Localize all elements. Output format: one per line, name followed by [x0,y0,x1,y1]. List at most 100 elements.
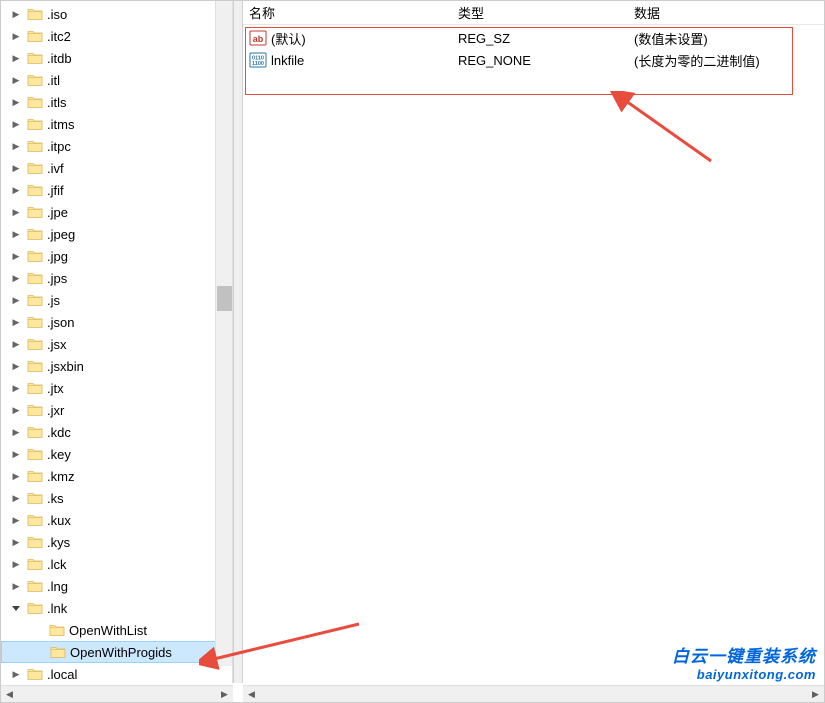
chevron-right-icon[interactable]: ▶ [9,73,23,87]
chevron-right-icon[interactable]: ▶ [9,579,23,593]
chevron-right-icon[interactable]: ▶ [9,293,23,307]
tree-item-js[interactable]: ▶ .js [1,289,232,311]
chevron-right-icon[interactable]: ▶ [9,491,23,505]
folder-icon [27,579,43,593]
tree-item-jfif[interactable]: ▶ .jfif [1,179,232,201]
chevron-right-icon[interactable]: ▶ [9,271,23,285]
tree-item-key[interactable]: ▶.key [1,443,232,465]
tree-item-jps[interactable]: ▶.jps [1,267,232,289]
tree-item-label: .js [47,293,60,308]
tree-item-jpeg[interactable]: ▶.jpeg [1,223,232,245]
tree-item-kux[interactable]: ▶.kux [1,509,232,531]
chevron-right-icon[interactable]: ▶ [9,337,23,351]
svg-text:1100: 1100 [252,61,264,67]
chevron-right-icon[interactable]: ▶ [9,249,23,263]
tree-item-jxr[interactable]: ▶.jxr [1,399,232,421]
tree-item-kys[interactable]: ▶ .kys [1,531,232,553]
tree-item-label: .kmz [47,469,74,484]
chevron-right-icon[interactable]: ▶ [9,315,23,329]
tree-item-label: .itdb [47,51,72,66]
tree-item-OpenWithProgids[interactable]: OpenWithProgids [1,641,232,663]
tree-item-ivf[interactable]: ▶ .ivf [1,157,232,179]
tree-item-kmz[interactable]: ▶ .kmz [1,465,232,487]
folder-icon [27,425,43,439]
folder-icon [49,623,65,637]
tree-item-ks[interactable]: ▶.ks [1,487,232,509]
folder-icon [27,139,43,153]
watermark-url: baiyunxitong.com [672,667,816,682]
chevron-right-icon[interactable]: ▶ [9,447,23,461]
tree-item-label: .json [47,315,74,330]
value-type: REG_SZ [458,31,634,46]
tree-item-itms[interactable]: ▶.itms [1,113,232,135]
chevron-right-icon[interactable]: ▶ [9,29,23,43]
tree-item-itdb[interactable]: ▶ .itdb [1,47,232,69]
tree-item-label: .kys [47,535,70,550]
value-data: (数值未设置) [634,29,824,48]
tree-item-itl[interactable]: ▶.itl [1,69,232,91]
chevron-right-icon[interactable]: ▶ [9,183,23,197]
folder-icon [27,117,43,131]
chevron-right-icon[interactable]: ▶ [9,667,23,681]
tree-item-local[interactable]: ▶.local [1,663,232,683]
tree-item-label: .itls [47,95,67,110]
chevron-right-icon[interactable]: ▶ [9,139,23,153]
tree-item-iso[interactable]: ▶.iso [1,3,232,25]
tree-item-label: OpenWithProgids [70,645,172,660]
tree-item-jsx[interactable]: ▶ .jsx [1,333,232,355]
chevron-down-icon[interactable] [9,601,23,615]
chevron-right-icon[interactable]: ▶ [9,7,23,21]
value-type: REG_NONE [458,53,634,68]
tree-item-jsxbin[interactable]: ▶.jsxbin [1,355,232,377]
tree-scrollbar-horizontal[interactable]: ◀ ▶ [1,685,233,702]
tree-item-label: .jfif [47,183,64,198]
scrollbar-thumb[interactable] [217,286,232,311]
tree-item-jtx[interactable]: ▶.jtx [1,377,232,399]
tree-item-OpenWithList[interactable]: OpenWithList [1,619,232,641]
chevron-right-icon[interactable]: ▶ [9,117,23,131]
chevron-right-icon[interactable]: ▶ [9,205,23,219]
registry-value-row[interactable]: ab(默认)REG_SZ(数值未设置) [243,27,824,49]
column-header-name[interactable]: 名称 [243,3,458,22]
tree-item-kdc[interactable]: ▶.kdc [1,421,232,443]
tree-item-lck[interactable]: ▶.lck [1,553,232,575]
scroll-left-icon[interactable]: ◀ [243,686,260,703]
folder-icon [27,447,43,461]
scroll-left-icon[interactable]: ◀ [1,686,18,703]
chevron-right-icon[interactable]: ▶ [9,381,23,395]
tree-item-jpg[interactable]: ▶.jpg [1,245,232,267]
chevron-right-icon[interactable]: ▶ [9,513,23,527]
chevron-right-icon[interactable]: ▶ [9,227,23,241]
tree-item-itls[interactable]: ▶ .itls [1,91,232,113]
tree-item-lnk[interactable]: .lnk [1,597,232,619]
splitter[interactable] [233,1,243,683]
chevron-right-icon[interactable]: ▶ [9,359,23,373]
tree-item-label: .ivf [47,161,64,176]
chevron-right-icon[interactable]: ▶ [9,535,23,549]
chevron-right-icon[interactable]: ▶ [9,425,23,439]
chevron-right-icon[interactable]: ▶ [9,557,23,571]
tree-item-itpc[interactable]: ▶.itpc [1,135,232,157]
string-value-icon: ab [249,30,267,46]
folder-icon [27,29,43,43]
scroll-right-icon[interactable]: ▶ [216,686,233,703]
chevron-right-icon[interactable]: ▶ [9,469,23,483]
column-header-data[interactable]: 数据 [634,3,824,22]
tree-item-itc2[interactable]: ▶.itc2 [1,25,232,47]
values-scrollbar-horizontal[interactable]: ◀ ▶ [243,685,824,702]
svg-text:ab: ab [253,34,264,44]
folder-icon [27,293,43,307]
chevron-right-icon[interactable]: ▶ [9,95,23,109]
scroll-right-icon[interactable]: ▶ [807,686,824,703]
tree-scrollbar-vertical[interactable] [215,1,232,666]
registry-value-row[interactable]: 01101100lnkfileREG_NONE(长度为零的二进制值) [243,49,824,71]
tree-item-label: .jsx [47,337,67,352]
column-header-type[interactable]: 类型 [458,3,634,22]
chevron-right-icon[interactable]: ▶ [9,403,23,417]
chevron-right-icon[interactable]: ▶ [9,51,23,65]
tree-item-lng[interactable]: ▶.lng [1,575,232,597]
chevron-right-icon[interactable]: ▶ [9,161,23,175]
tree-item-json[interactable]: ▶ .json [1,311,232,333]
tree-item-jpe[interactable]: ▶.jpe [1,201,232,223]
folder-icon [27,491,43,505]
